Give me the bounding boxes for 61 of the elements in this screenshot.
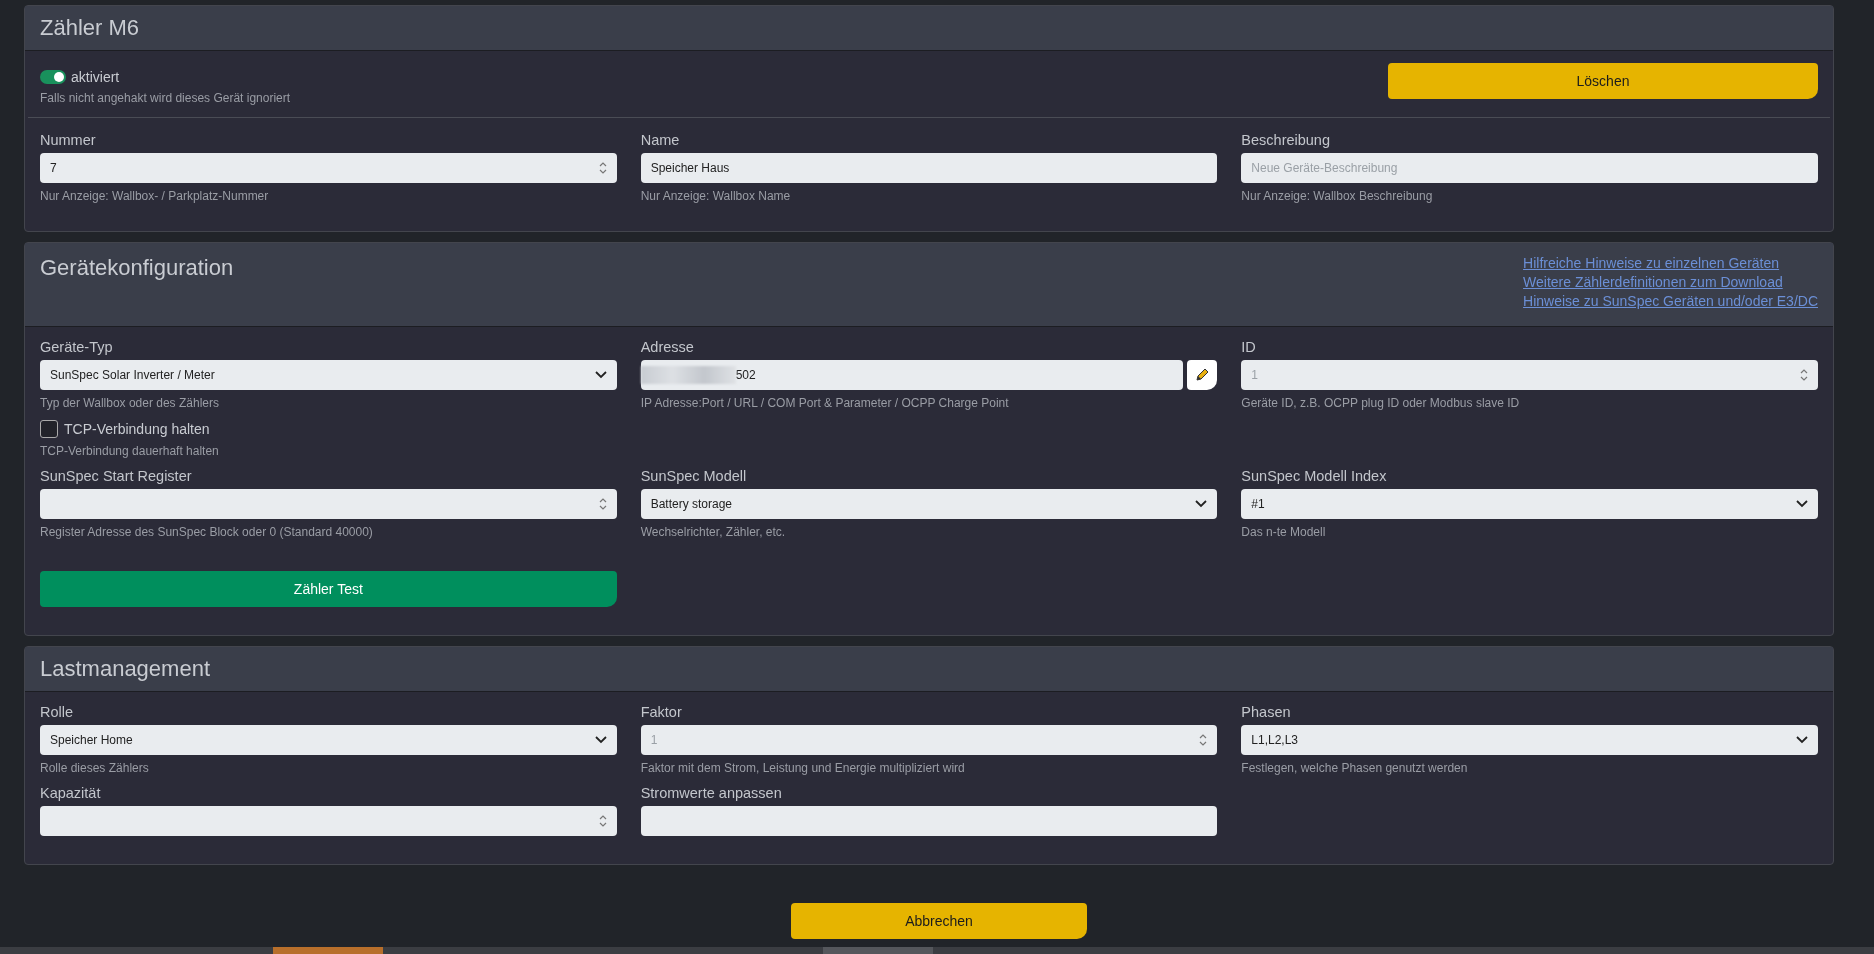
pencil-icon [1194, 367, 1211, 383]
field-hint: Typ der Wallbox oder des Zählers [40, 396, 220, 410]
field-label: Beschreibung [1241, 132, 1331, 148]
card-title: Lastmanagement [40, 656, 210, 682]
cancel-button[interactable]: Abbrechen [791, 903, 1087, 939]
select-field[interactable]: #1 [1241, 489, 1818, 519]
chevron-down-icon [1796, 500, 1808, 508]
spinner-icon [1199, 733, 1208, 747]
field-label: Stromwerte anpassen [640, 785, 783, 801]
select-field[interactable]: Battery storage [640, 489, 1218, 519]
field-label: Kapazität [40, 785, 102, 801]
chevron-down-icon [594, 736, 607, 744]
checkbox-label[interactable]: TCP-Verbindung halten [64, 421, 210, 437]
test-button[interactable]: Zähler Test [40, 571, 617, 607]
checkbox[interactable] [40, 420, 58, 438]
number-field[interactable]: 7 [40, 153, 617, 183]
delete-button[interactable]: Löschen [1388, 63, 1818, 99]
field-hint: Rolle dieses Zählers [40, 761, 150, 775]
field-hint: Wechselrichter, Zähler, etc. [640, 525, 787, 539]
card-title: Zähler M6 [40, 15, 140, 41]
spinner-icon [598, 814, 607, 828]
spinner-icon [598, 161, 607, 175]
field-label: Geräte-Typ [40, 339, 114, 355]
field-hint: Nur Anzeige: Wallbox Name [640, 189, 792, 203]
card-title: Gerätekonfiguration [40, 255, 234, 281]
field-hint: IP Adresse:Port / URL / COM Port & Parameter / OCPP Charge Point [640, 396, 1010, 410]
number-field[interactable] [40, 806, 617, 836]
field-hint: Register Adresse des SunSpec Block oder 0 (Standard 40000) [40, 525, 374, 539]
number-field[interactable] [40, 489, 617, 519]
field-hint: Nur Anzeige: Wallbox- / Parkplatz-Nummer [40, 189, 270, 203]
toggle-label[interactable]: aktiviert [71, 69, 120, 85]
spinner-icon [598, 497, 607, 511]
field-label: SunSpec Modell [640, 468, 748, 484]
field-label: Name [640, 132, 681, 148]
field-label: Faktor [640, 704, 683, 720]
address-field[interactable]: 502 [640, 360, 1184, 390]
field-hint: Das n-te Modell [1241, 525, 1327, 539]
field-hint: Faktor mit dem Strom, Leistung und Energie multipliziert wird [640, 761, 966, 775]
chevron-down-icon [1195, 500, 1208, 508]
field-label: Adresse [640, 339, 695, 355]
text-field[interactable]: Speicher Haus [640, 153, 1218, 183]
spinner-icon [1800, 368, 1808, 382]
toggle-switch[interactable] [40, 70, 66, 84]
field-hint: Festlegen, welche Phasen genutzt werden [1241, 761, 1469, 775]
chevron-down-icon [594, 371, 607, 379]
select-field[interactable]: L1,L2,L3 [1241, 725, 1818, 755]
field-label: Nummer [40, 132, 97, 148]
field-label: Phasen [1241, 704, 1292, 720]
field-label: Rolle [40, 704, 75, 720]
field-hint: Geräte ID, z.B. OCPP plug ID oder Modbus slave ID [1241, 396, 1521, 410]
field-label: SunSpec Start Register [40, 468, 193, 484]
select-field[interactable]: Speicher Home [40, 725, 617, 755]
field-label: ID [1241, 339, 1257, 355]
field-hint: TCP-Verbindung dauerhaft halten [40, 444, 220, 458]
field-hint: Nur Anzeige: Wallbox Beschreibung [1241, 189, 1434, 203]
select-field[interactable]: SunSpec Solar Inverter / Meter [40, 360, 617, 390]
text-field[interactable] [640, 806, 1218, 836]
field-label: SunSpec Modell Index [1241, 468, 1388, 484]
chevron-down-icon [1796, 736, 1808, 744]
field-hint: Falls nicht angehakt wird dieses Gerät ignoriert [40, 91, 291, 105]
edit-button[interactable] [1187, 360, 1218, 390]
